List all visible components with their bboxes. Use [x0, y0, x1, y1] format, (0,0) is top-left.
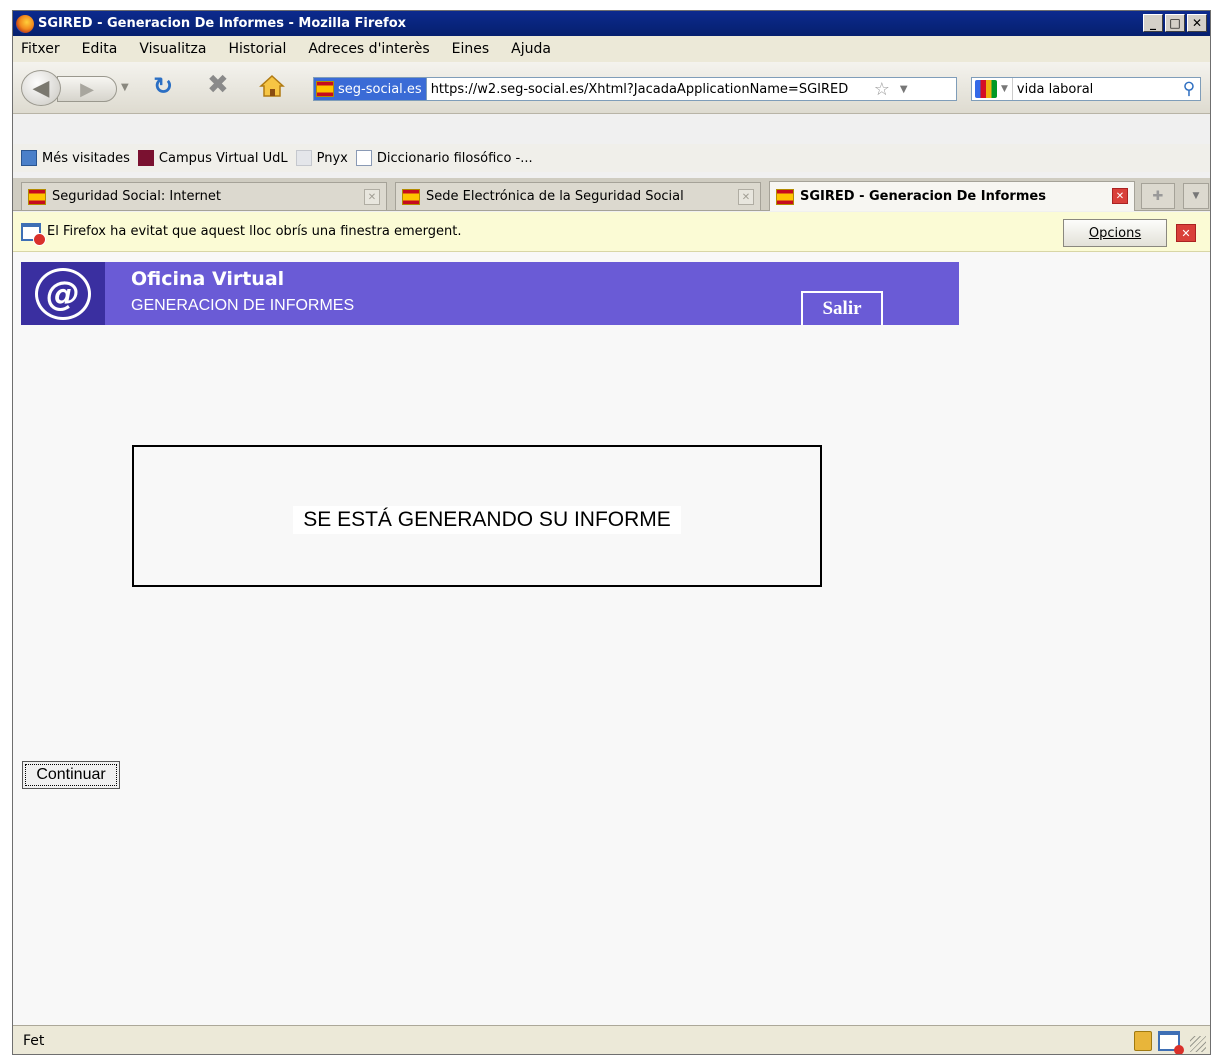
site-identity-button[interactable]: seg-social.es — [314, 78, 427, 100]
url-input[interactable]: https://w2.seg-social.es/Xhtml?JacadaApp… — [427, 82, 872, 97]
browser-window: SGIRED - Generacion De Informes - Mozill… — [12, 10, 1211, 1055]
tab-seguridad-social[interactable]: Seguridad Social: Internet ✕ — [21, 182, 387, 210]
url-bar[interactable]: seg-social.es https://w2.seg-social.es/X… — [313, 77, 957, 101]
site-identity-label: seg-social.es — [338, 81, 422, 97]
spain-flag-icon — [776, 188, 794, 205]
spain-flag-icon — [316, 81, 334, 97]
bookmark-campus-udl[interactable]: Campus Virtual UdL — [137, 150, 288, 166]
search-bar[interactable]: ▼ vida laboral ⚲ — [971, 77, 1201, 101]
back-button[interactable]: ◀ — [21, 70, 61, 106]
bookmark-label: Pnyx — [316, 150, 348, 166]
history-dropdown-icon[interactable]: ▼ — [121, 82, 129, 93]
notification-close-icon[interactable]: ✕ — [1176, 224, 1196, 242]
window-title: SGIRED - Generacion De Informes - Mozill… — [38, 16, 407, 31]
minimize-button[interactable]: _ — [1143, 14, 1163, 32]
tab-label: SGIRED - Generacion De Informes — [800, 189, 1046, 204]
salir-button[interactable]: Salir — [801, 291, 883, 325]
status-text: Fet — [23, 1033, 45, 1049]
menu-visualitza[interactable]: Visualitza — [139, 41, 206, 57]
popup-blocked-icon — [21, 222, 46, 246]
menu-eines[interactable]: Eines — [452, 41, 490, 57]
tab-label: Sede Electrónica de la Seguridad Social — [426, 189, 684, 204]
tab-close-icon[interactable]: ✕ — [364, 189, 380, 205]
search-icon[interactable]: ⚲ — [1178, 79, 1200, 99]
menu-edita[interactable]: Edita — [82, 41, 118, 57]
banner-subtitle: GENERACION DE INFORMES — [131, 297, 355, 314]
menu-ajuda[interactable]: Ajuda — [511, 41, 551, 57]
bookmark-label: Diccionario filosófico -... — [376, 150, 533, 166]
stop-icon[interactable]: ✖ — [207, 72, 229, 98]
pnyx-icon — [295, 150, 312, 166]
lock-icon[interactable] — [1134, 1031, 1152, 1051]
oficina-virtual-banner: @ Oficina Virtual GENERACION DE INFORMES… — [21, 262, 959, 325]
url-dropdown-icon[interactable]: ▼ — [900, 84, 908, 95]
back-forward-group: ▶ ◀ ▼ — [21, 70, 133, 106]
status-icons — [1134, 1031, 1184, 1054]
search-engine-dropdown-icon[interactable]: ▼ — [1001, 84, 1008, 94]
popup-blocked-status-icon[interactable] — [1158, 1031, 1184, 1054]
popup-blocked-notification: El Firefox ha evitat que aquest lloc obr… — [13, 212, 1210, 252]
tab-close-icon[interactable]: ✕ — [1112, 188, 1128, 204]
close-button[interactable]: ✕ — [1187, 14, 1207, 32]
forward-button[interactable]: ▶ — [57, 76, 117, 102]
udl-icon — [137, 150, 154, 166]
menu-adreces[interactable]: Adreces d'interès — [308, 41, 429, 57]
tab-sgired[interactable]: SGIRED - Generacion De Informes ✕ — [769, 181, 1135, 211]
bookmark-star-icon[interactable]: ☆ — [874, 79, 890, 100]
continue-button[interactable]: Continuar — [22, 761, 120, 789]
title-bar[interactable]: SGIRED - Generacion De Informes - Mozill… — [13, 11, 1210, 36]
bookmark-diccionario[interactable]: Diccionario filosófico -... — [355, 150, 533, 166]
window-controls: _ □ ✕ — [1143, 14, 1207, 32]
reload-icon[interactable]: ↻ — [153, 74, 173, 98]
status-bar: Fet — [13, 1025, 1210, 1054]
bookmark-label: Campus Virtual UdL — [158, 150, 288, 166]
spain-flag-icon — [402, 188, 420, 205]
menu-fitxer[interactable]: Fitxer — [21, 41, 60, 57]
generating-message: SE ESTÁ GENERANDO SU INFORME — [293, 506, 681, 534]
options-button[interactable]: Opcions — [1063, 219, 1167, 247]
maximize-button[interactable]: □ — [1165, 14, 1185, 32]
new-tab-icon[interactable]: ✚ — [1141, 183, 1175, 209]
bookmarks-toolbar: Més visitades Campus Virtual UdL Pnyx Di… — [13, 144, 1210, 172]
document-icon — [355, 150, 372, 166]
navigation-toolbar: ▶ ◀ ▼ ↻ ✖ seg-social.es https://w2.seg-s… — [13, 62, 1210, 114]
spain-flag-icon — [28, 188, 46, 205]
at-logo-icon: @ — [21, 262, 105, 325]
home-icon[interactable] — [259, 74, 285, 98]
tab-list-dropdown-icon[interactable]: ▼ — [1183, 183, 1209, 209]
tab-label: Seguridad Social: Internet — [52, 189, 221, 204]
bookmark-most-visited[interactable]: Més visitades — [21, 150, 130, 166]
bookmark-pnyx[interactable]: Pnyx — [295, 150, 348, 166]
tab-sede-electronica[interactable]: Sede Electrónica de la Seguridad Social … — [395, 182, 761, 210]
search-input[interactable]: vida laboral — [1011, 78, 1178, 100]
google-icon[interactable] — [975, 80, 997, 98]
page-content: @ Oficina Virtual GENERACION DE INFORMES… — [13, 252, 1210, 1025]
message-box: SE ESTÁ GENERANDO SU INFORME — [132, 445, 822, 587]
menu-bar: Fitxer Edita Visualitza Historial Adrece… — [13, 36, 1210, 62]
tab-close-icon[interactable]: ✕ — [738, 189, 754, 205]
resize-grip-icon[interactable] — [1190, 1036, 1206, 1052]
notification-message: El Firefox ha evitat que aquest lloc obr… — [47, 224, 462, 239]
tab-strip: Seguridad Social: Internet ✕ Sede Electr… — [13, 178, 1210, 211]
banner-title: Oficina Virtual — [131, 268, 285, 290]
most-visited-icon — [21, 150, 37, 166]
firefox-icon — [16, 14, 34, 33]
bookmark-label: Més visitades — [42, 150, 130, 166]
menu-historial[interactable]: Historial — [228, 41, 286, 57]
